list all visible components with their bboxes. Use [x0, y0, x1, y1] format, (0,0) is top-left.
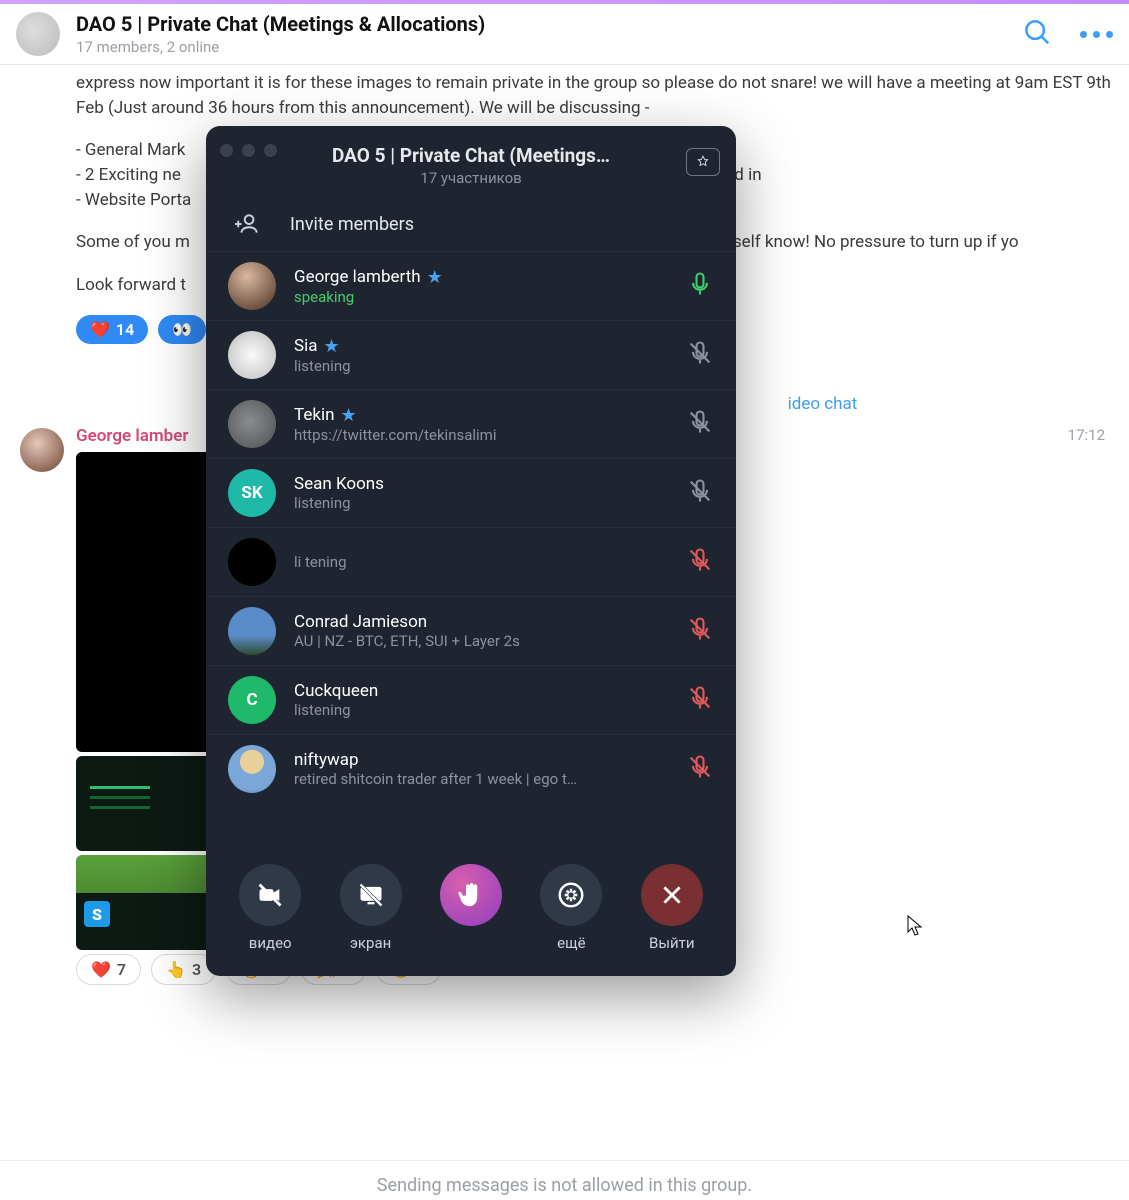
- voicechat-toolbar: видео экран . ещё Выйти: [206, 846, 736, 976]
- reaction-pill[interactable]: ❤️ 7: [76, 954, 141, 985]
- search-icon[interactable]: [1022, 17, 1052, 51]
- input-disabled-notice: Sending messages is not allowed in this …: [0, 1160, 1129, 1200]
- star-icon: ★: [340, 405, 356, 426]
- add-user-icon: [228, 211, 268, 237]
- participant-avatar: [228, 538, 276, 586]
- raise-hand-button[interactable]: .: [440, 864, 502, 952]
- mic-icon: [686, 270, 714, 302]
- star-icon: ★: [427, 267, 443, 288]
- voicechat-subtitle: 17 участников: [224, 169, 718, 187]
- video-button[interactable]: видео: [239, 864, 301, 952]
- chat-title[interactable]: DAO 5 | Private Chat (Meetings & Allocat…: [76, 12, 1006, 36]
- mic-icon: [686, 339, 714, 371]
- participant-avatar: SK: [228, 469, 276, 517]
- participant-name: Conrad Jamieson: [294, 612, 668, 632]
- mic-icon: [686, 684, 714, 716]
- mic-icon: [686, 477, 714, 509]
- participant-row[interactable]: li tening: [206, 527, 736, 596]
- participant-status: listening: [294, 701, 634, 719]
- star-icon: ★: [323, 336, 339, 357]
- mic-icon: [686, 408, 714, 440]
- chat-header: DAO 5 | Private Chat (Meetings & Allocat…: [0, 4, 1129, 65]
- mic-icon: [686, 753, 714, 785]
- group-avatar[interactable]: [16, 12, 60, 56]
- participant-name: Sean Koons: [294, 474, 668, 494]
- participant-row[interactable]: C Cuckqueenlistening: [206, 665, 736, 734]
- more-button[interactable]: ещё: [540, 864, 602, 952]
- participant-row[interactable]: Tekin ★https://twitter.com/tekinsalimi: [206, 389, 736, 458]
- pin-button[interactable]: [686, 148, 720, 176]
- participant-status: retired shitcoin trader after 1 week | e…: [294, 770, 634, 788]
- participant-status: AU | NZ - BTC, ETH, SUI + Layer 2s: [294, 632, 634, 650]
- participant-name: Cuckqueen: [294, 681, 668, 701]
- participant-avatar: [228, 607, 276, 655]
- invite-label: Invite members: [290, 214, 414, 235]
- participant-row[interactable]: Conrad JamiesonAU | NZ - BTC, ETH, SUI +…: [206, 596, 736, 665]
- participant-name: niftywap: [294, 750, 668, 770]
- more-menu-icon[interactable]: [1080, 31, 1113, 38]
- participant-avatar: [228, 400, 276, 448]
- participant-avatar: [228, 262, 276, 310]
- mic-icon: [686, 615, 714, 647]
- reaction-pill[interactable]: ❤️ 14: [76, 315, 148, 344]
- message-time: 17:12: [1068, 426, 1105, 444]
- chat-subtitle: 17 members, 2 online: [76, 38, 1006, 56]
- participant-name: Tekin ★: [294, 405, 668, 426]
- participant-name: Sia ★: [294, 336, 668, 357]
- screen-share-button[interactable]: экран: [340, 864, 402, 952]
- voice-chat-window: DAO 5 | Private Chat (Meetings… 17 участ…: [206, 126, 736, 976]
- participant-status: listening: [294, 357, 634, 375]
- voicechat-title: DAO 5 | Private Chat (Meetings…: [224, 144, 718, 167]
- participant-status: speaking: [294, 288, 634, 306]
- participant-status: listening: [294, 494, 634, 512]
- participant-name: George lamberth ★: [294, 267, 668, 288]
- invite-members-button[interactable]: Invite members: [206, 197, 736, 251]
- participant-row[interactable]: George lamberth ★speaking: [206, 251, 736, 320]
- participant-avatar: [228, 745, 276, 793]
- participant-list: George lamberth ★speakingSia ★listeningT…: [206, 251, 736, 846]
- participant-row[interactable]: niftywapretired shitcoin trader after 1 …: [206, 734, 736, 803]
- participant-avatar: C: [228, 676, 276, 724]
- participant-avatar: [228, 331, 276, 379]
- participant-row[interactable]: SK Sean Koonslistening: [206, 458, 736, 527]
- mic-icon: [686, 546, 714, 578]
- user-avatar[interactable]: [20, 428, 64, 472]
- participant-row[interactable]: Sia ★listening: [206, 320, 736, 389]
- window-controls[interactable]: [220, 144, 277, 157]
- participant-status: https://twitter.com/tekinsalimi: [294, 426, 634, 444]
- participant-status: li tening: [294, 553, 634, 571]
- leave-button[interactable]: Выйти: [641, 864, 703, 952]
- reaction-pill[interactable]: 👀: [158, 315, 206, 344]
